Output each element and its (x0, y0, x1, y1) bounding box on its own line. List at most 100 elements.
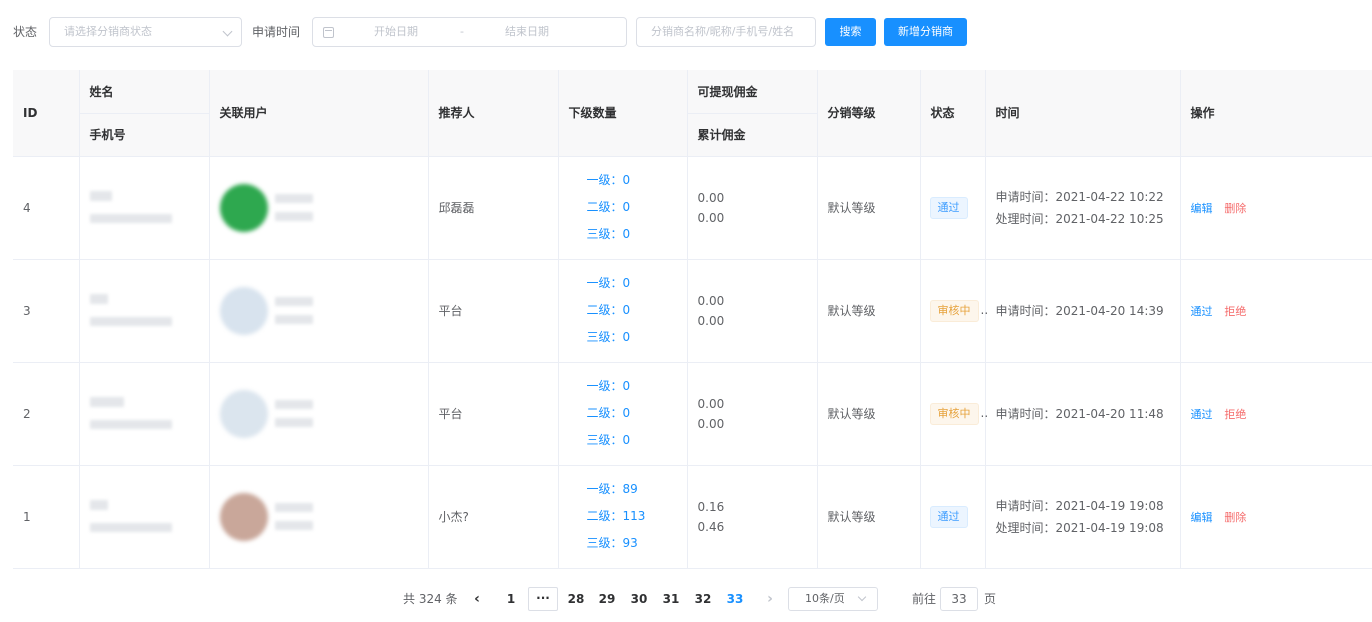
commission-cell: 0.00 0.00 (687, 156, 818, 260)
table-row: 1 小杰? 一级：89 二级：113 三级：93 0.16 0.46 默认等级 … (13, 465, 1372, 569)
name-phone-cell (79, 465, 210, 569)
linked-user-cell (209, 156, 429, 260)
withdrawable-commission: 0.00 (697, 190, 725, 205)
header-time: 时间 (985, 70, 1181, 157)
sub-count-cell: 一级：89 二级：113 三级：93 (558, 465, 688, 569)
level-2-count[interactable]: 二级：0 (587, 194, 677, 221)
header-withdrawable: 可提现佣金 (687, 70, 818, 114)
page-33[interactable]: 33 (726, 587, 744, 611)
phone-redacted (89, 316, 172, 326)
phone-redacted (89, 522, 172, 532)
approve-button[interactable]: 通过 (1191, 305, 1213, 318)
level-1-count[interactable]: 一级：0 (587, 270, 677, 297)
date-range-picker[interactable]: 开始日期 - 结束日期 (312, 17, 627, 47)
sub-count-cell: 一级：0 二级：0 三级：0 (558, 156, 688, 260)
header-actions: 操作 (1180, 70, 1372, 157)
start-date-input[interactable]: 开始日期 (374, 18, 418, 46)
row-id: 4 (13, 156, 80, 260)
next-page-button[interactable]: › (765, 587, 775, 611)
process-time: 处理时间：2021-04-22 10:25 (995, 211, 1164, 226)
status-placeholder: 请选择分销商状态 (64, 25, 152, 38)
approve-button[interactable]: 通过 (1191, 408, 1213, 421)
more-pages-button[interactable]: ··· (528, 587, 558, 611)
header-sub-count: 下级数量 (558, 70, 688, 157)
status-badge: 审核中 (929, 299, 979, 322)
apply-time: 申请时间：2021-04-22 10:22 (995, 189, 1164, 204)
header-total: 累计佣金 (687, 113, 818, 157)
phone-redacted (89, 419, 172, 429)
level-cell: 默认等级 (817, 156, 921, 260)
table-row: 2 平台 一级：0 二级：0 三级：0 0.00 0.00 默认等级 审核中..… (13, 362, 1372, 466)
goto-page-input[interactable]: 33 (940, 587, 978, 611)
status-cell: 审核中.. (920, 259, 988, 363)
prev-page-button[interactable]: ‹ (472, 587, 482, 611)
apply-time: 申请时间：2021-04-20 14:39 (995, 303, 1164, 318)
date-label: 申请时间 (252, 25, 301, 39)
linked-user-cell (209, 362, 429, 466)
page-size-select[interactable]: 10条/页 (788, 587, 878, 611)
avatar (219, 492, 268, 541)
edit-button[interactable]: 编辑 (1191, 202, 1213, 215)
search-button[interactable]: 搜索 (825, 18, 876, 46)
linked-user-cell (209, 465, 429, 569)
name-redacted (89, 293, 108, 304)
header-linked-user: 关联用户 (209, 70, 429, 157)
filter-bar: 状态 请选择分销商状态 申请时间 开始日期 - 结束日期 分销商名称/昵称/手机… (0, 17, 1372, 47)
process-time: 处理时间：2021-04-19 19:08 (995, 520, 1164, 535)
actions-cell: 编辑 删除 (1180, 156, 1372, 260)
add-distributor-button[interactable]: 新增分销商 (884, 18, 967, 46)
name-phone-cell (79, 362, 210, 466)
page-unit-label: 页 (984, 592, 997, 606)
actions-cell: 通过 拒绝 (1180, 259, 1372, 363)
edit-button[interactable]: 编辑 (1191, 511, 1213, 524)
level-cell: 默认等级 (817, 465, 921, 569)
actions-cell: 通过 拒绝 (1180, 362, 1372, 466)
level-3-count[interactable]: 三级：93 (587, 530, 677, 557)
reject-button[interactable]: 拒绝 (1224, 305, 1246, 318)
withdrawable-commission: 0.16 (697, 499, 725, 514)
chevron-down-icon (857, 592, 867, 602)
header-referrer: 推荐人 (428, 70, 559, 157)
level-3-count[interactable]: 三级：0 (587, 324, 677, 351)
keyword-search-input[interactable]: 分销商名称/昵称/手机号/姓名 (636, 17, 816, 47)
calendar-icon (323, 27, 334, 38)
level-3-count[interactable]: 三级：0 (587, 221, 677, 248)
delete-button[interactable]: 删除 (1224, 511, 1246, 524)
page-32[interactable]: 32 (694, 587, 712, 611)
status-ellipsis: .. (980, 405, 989, 420)
status-cell: 审核中.. (920, 362, 988, 466)
pagination: 共 324 条 ‹ 1 ··· 28 29 30 31 32 33 › 10条/页 前往 … (0, 587, 1372, 611)
status-label: 状态 (13, 25, 38, 39)
apply-time: 申请时间：2021-04-19 19:08 (995, 498, 1164, 513)
level-1-count[interactable]: 一级：0 (587, 167, 677, 194)
level-2-count[interactable]: 二级：113 (587, 503, 677, 530)
page-29[interactable]: 29 (598, 587, 616, 611)
commission-cell: 0.16 0.46 (687, 465, 818, 569)
table-row: 4 邱磊磊 一级：0 二级：0 三级：0 0.00 0.00 默认等级 通过 申… (13, 156, 1372, 260)
page-28[interactable]: 28 (567, 587, 585, 611)
page-1[interactable]: 1 (505, 587, 517, 611)
sub-count-cell: 一级：0 二级：0 三级：0 (558, 362, 688, 466)
end-date-input[interactable]: 结束日期 (505, 18, 549, 46)
status-select[interactable]: 请选择分销商状态 (49, 17, 242, 47)
name-redacted (89, 396, 124, 407)
level-1-count[interactable]: 一级：89 (587, 476, 677, 503)
delete-button[interactable]: 删除 (1224, 202, 1246, 215)
date-separator: - (460, 25, 464, 38)
level-3-count[interactable]: 三级：0 (587, 427, 677, 454)
row-id: 3 (13, 259, 80, 363)
header-status: 状态 (920, 70, 986, 157)
time-cell: 申请时间：2021-04-20 14:39 (985, 259, 1181, 363)
level-2-count[interactable]: 二级：0 (587, 297, 677, 324)
page-31[interactable]: 31 (662, 587, 680, 611)
level-cell: 默认等级 (817, 362, 921, 466)
withdrawable-commission: 0.00 (697, 396, 725, 411)
row-id: 1 (13, 465, 80, 569)
reject-button[interactable]: 拒绝 (1224, 408, 1246, 421)
table-row: 3 平台 一级：0 二级：0 三级：0 0.00 0.00 默认等级 审核中..… (13, 259, 1372, 363)
level-1-count[interactable]: 一级：0 (587, 373, 677, 400)
actions-cell: 编辑 删除 (1180, 465, 1372, 569)
distributor-table: ID 姓名 关联用户 推荐人 下级数量 可提现佣金 分销等级 状态 时间 操作 … (13, 70, 1372, 569)
level-2-count[interactable]: 二级：0 (587, 400, 677, 427)
page-30[interactable]: 30 (630, 587, 648, 611)
